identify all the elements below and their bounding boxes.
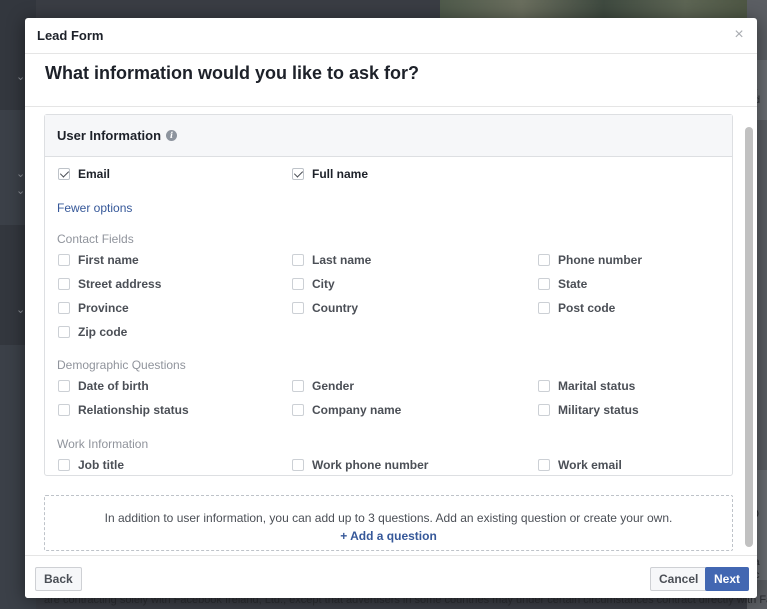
checkbox-unchecked[interactable] [58, 302, 70, 314]
checkbox-unchecked[interactable] [58, 459, 70, 471]
next-button[interactable]: Next [705, 567, 750, 591]
dialog-scroll-area[interactable]: User Information i Email Full name Fewer… [25, 107, 757, 555]
chevron-down-icon: ⌄ [16, 71, 26, 83]
checkbox-first-name[interactable]: First name [58, 252, 139, 268]
checkbox-province[interactable]: Province [58, 300, 129, 316]
chevron-down-icon: ⌄ [16, 185, 26, 197]
checkbox-label: Company name [312, 403, 402, 417]
checkbox-unchecked[interactable] [292, 302, 304, 314]
checkbox-label: Zip code [78, 325, 128, 339]
checkbox-gender[interactable]: Gender [292, 378, 354, 394]
dialog-title: Lead Form [37, 28, 104, 43]
scrollbar-thumb[interactable] [745, 127, 753, 547]
back-button[interactable]: Back [35, 567, 82, 591]
checkbox-unchecked[interactable] [538, 459, 550, 471]
checkbox-company-name[interactable]: Company name [292, 402, 401, 418]
checkbox-label: Work email [558, 458, 622, 472]
user-information-header: User Information i [45, 115, 732, 157]
checkbox-unchecked[interactable] [58, 380, 70, 392]
checkbox-label: Relationship status [78, 403, 189, 417]
checkbox-work-phone-number[interactable]: Work phone number [292, 457, 428, 473]
checkbox-label: Phone number [558, 253, 643, 267]
checkbox-label: Gender [312, 379, 355, 393]
checkbox-label: Post code [558, 301, 616, 315]
checkbox-label: City [312, 277, 335, 291]
checkbox-work-email[interactable]: Work email [538, 457, 622, 473]
custom-questions-box: In addition to user information, you can… [44, 495, 733, 551]
checkbox-unchecked[interactable] [538, 380, 550, 392]
checkbox-post-code[interactable]: Post code [538, 300, 615, 316]
demographic-questions-label: Demographic Questions [57, 358, 186, 372]
checkbox-unchecked[interactable] [58, 404, 70, 416]
checkbox-unchecked[interactable] [292, 254, 304, 266]
background-cover-photo [440, 0, 767, 18]
checkbox-date-of-birth[interactable]: Date of birth [58, 378, 149, 394]
checkbox-unchecked[interactable] [292, 459, 304, 471]
checkbox-checked[interactable] [292, 168, 304, 180]
cancel-button[interactable]: Cancel [650, 567, 708, 591]
checkbox-checked[interactable] [58, 168, 70, 180]
close-icon[interactable]: × [731, 27, 747, 43]
checkbox-label: Country [312, 301, 358, 315]
info-icon[interactable]: i [166, 130, 178, 141]
custom-questions-description: In addition to user information, you can… [104, 511, 673, 525]
add-question-link[interactable]: + Add a question [340, 529, 437, 543]
chevron-down-icon: ⌄ [16, 168, 26, 180]
checkbox-job-title[interactable]: Job title [58, 457, 124, 473]
chevron-down-icon: ⌄ [16, 304, 26, 316]
checkbox-full-name[interactable]: Full name [292, 166, 368, 182]
checkbox-unchecked[interactable] [58, 326, 70, 338]
checkbox-label: First name [78, 253, 139, 267]
checkbox-unchecked[interactable] [538, 254, 550, 266]
checkbox-label: Work phone number [312, 458, 429, 472]
checkbox-email[interactable]: Email [58, 166, 110, 182]
checkbox-country[interactable]: Country [292, 300, 358, 316]
checkbox-unchecked[interactable] [292, 380, 304, 392]
dialog-header: Lead Form × [25, 18, 757, 54]
checkbox-label: Province [78, 301, 129, 315]
work-information-label: Work Information [57, 437, 149, 451]
checkbox-label: Date of birth [78, 379, 149, 393]
checkbox-label: Military status [558, 403, 639, 417]
contact-fields-label: Contact Fields [57, 232, 134, 246]
checkbox-unchecked[interactable] [538, 404, 550, 416]
checkbox-label: Email [78, 167, 111, 181]
checkbox-label: State [558, 277, 588, 291]
checkbox-phone-number[interactable]: Phone number [538, 252, 642, 268]
checkbox-relationship-status[interactable]: Relationship status [58, 402, 189, 418]
checkbox-label: Last name [312, 253, 372, 267]
checkbox-label: Street address [78, 277, 162, 291]
checkbox-zip-code[interactable]: Zip code [58, 324, 127, 340]
checkbox-label: Full name [312, 167, 369, 181]
checkbox-unchecked[interactable] [538, 278, 550, 290]
checkbox-city[interactable]: City [292, 276, 335, 292]
checkbox-label: Marital status [558, 379, 636, 393]
checkbox-unchecked[interactable] [292, 404, 304, 416]
fewer-options-link[interactable]: Fewer options [57, 201, 132, 215]
lead-form-dialog: Lead Form × What information would you l… [25, 18, 757, 598]
user-information-card: User Information i Email Full name Fewer… [44, 114, 733, 476]
checkbox-unchecked[interactable] [58, 254, 70, 266]
checkbox-unchecked[interactable] [538, 302, 550, 314]
checkbox-marital-status[interactable]: Marital status [538, 378, 635, 394]
checkbox-street-address[interactable]: Street address [58, 276, 161, 292]
checkbox-label: Job title [78, 458, 125, 472]
dialog-heading: What information would you like to ask f… [45, 63, 420, 83]
checkbox-state[interactable]: State [538, 276, 587, 292]
checkbox-last-name[interactable]: Last name [292, 252, 371, 268]
checkbox-military-status[interactable]: Military status [538, 402, 639, 418]
checkbox-unchecked[interactable] [292, 278, 304, 290]
dialog-footer: Back Cancel Next [25, 555, 757, 598]
user-information-title: User Information [57, 128, 162, 143]
checkbox-unchecked[interactable] [58, 278, 70, 290]
